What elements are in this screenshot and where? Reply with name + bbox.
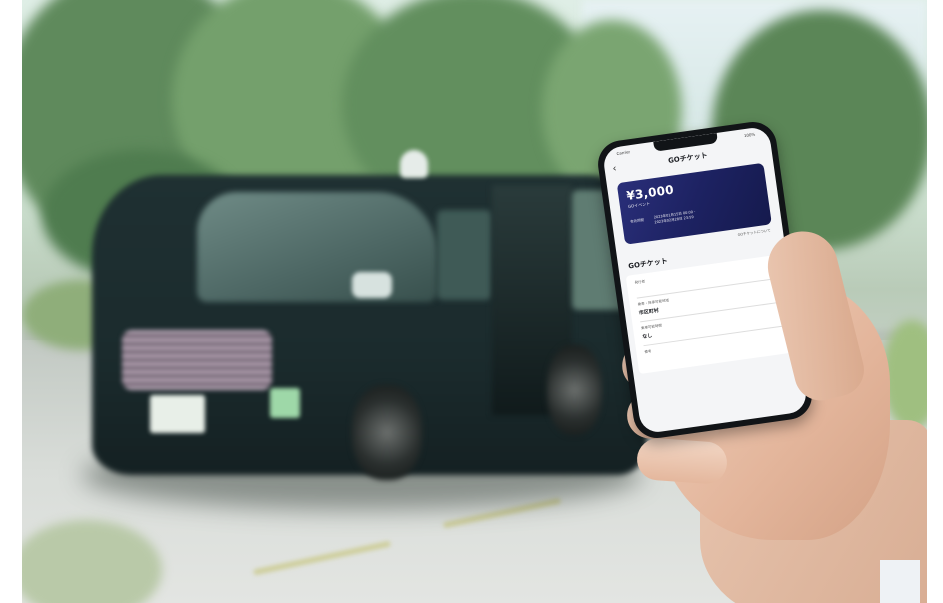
license-plate [150, 395, 205, 433]
finger [635, 436, 729, 486]
taxi-side-window [437, 210, 492, 300]
taxi-mirror [352, 272, 392, 298]
taxi-grille [122, 330, 272, 390]
sleeve [880, 560, 920, 603]
photo-scene: Carrier 100% ‹ GOチケット ¥3,000 GOイベント 有効期間… [22, 0, 927, 603]
taxi-windshield [197, 192, 437, 302]
ticket-period-label: 有効期間 [629, 217, 645, 224]
taxi-wheel [547, 345, 602, 435]
carrier-label: Carrier [616, 148, 631, 156]
battery-label: 100% [743, 131, 756, 138]
taxi-roof-light [400, 150, 428, 178]
taxi-sticker [270, 388, 300, 418]
taxi-wheel [352, 385, 422, 480]
ticket-period: 2023年01月15日 00:00 - 2023年02月28日 23:59 [654, 210, 697, 226]
